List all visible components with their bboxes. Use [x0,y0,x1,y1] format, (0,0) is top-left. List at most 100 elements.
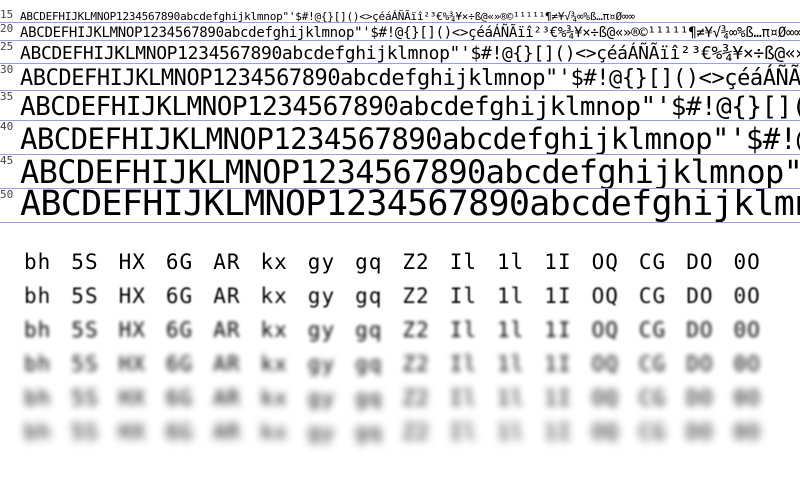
glyph-pair: 1l [497,420,525,444]
glyph-pair: Il [449,352,477,376]
glyph-pair: DO [686,352,714,376]
glyph-pair: 6G [165,250,194,274]
glyph-pair: HX [118,386,146,410]
specimen-row-25: 25 ABCDEFHIJKLMNOP1234567890abcdefghijkl… [0,41,800,64]
glyph-pair: bh [24,284,52,308]
glyph-pair: bh [24,420,52,444]
glyph-pair: CG [638,284,667,308]
glyph-pair: Il [449,250,477,274]
glyph-pair: gq [355,352,383,376]
blur-legibility-table: bh 5S HX 6G AR kx gy gq Z2 Il 1l 1I OQ CG DO 0O bh 5S HX 6G… [0,250,800,470]
glyph-pair: 1I [544,386,572,410]
blur-row: bh 5S HX 6G AR kx gy gq Z2 Il 1l 1I OQ CG DO 0O [0,386,800,420]
size-label: 40 [0,121,14,133]
glyph-pair: gy [307,250,336,274]
glyph-pair: 1l [497,318,525,342]
glyph-pair: Z2 [402,318,430,342]
glyph-pair: 5S [71,352,99,376]
glyph-pair: 5S [71,284,99,308]
specimen-sample-text: ABCDEFHIJKLMNOP1234567890abcdefghijklmno… [20,189,800,223]
glyph-pair: 1l [497,284,525,308]
glyph-pair: DO [686,318,714,342]
specimen-sample-text: ABCDEFHIJKLMNOP1234567890abcdefghijklmno… [20,122,800,155]
blur-row: bh 5S HX 6G AR kx gy gq Z2 Il 1l 1I OQ CG DO 0O [0,250,800,284]
glyph-pair: kx [260,318,288,342]
specimen-row-20: 20 ABCDEFHIJKLMNOP1234567890abcdefghijkl… [0,23,800,41]
glyph-pair: OQ [591,352,619,376]
glyph-pair: gq [355,318,383,342]
glyph-pair: DO [686,250,714,274]
glyph-pair: AR [213,318,241,342]
size-label: 35 [0,91,14,103]
glyph-pair: kx [260,352,288,376]
size-label: 30 [0,64,14,76]
glyph-pair: kx [260,284,288,308]
glyph-pair: Il [449,420,477,444]
specimen-row-45: 45 ABCDEFHIJKLMNOP1234567890abcdefghijkl… [0,155,800,189]
glyph-pair: 0O [733,386,761,410]
glyph-pair: 1I [544,318,572,342]
glyph-pair: gy [307,386,336,410]
glyph-pair: gq [355,386,383,410]
glyph-pair: HX [118,318,146,342]
glyph-pair: AR [213,386,241,410]
glyph-pair: 1I [544,284,572,308]
glyph-pair: Z2 [402,386,430,410]
glyph-pair: 5S [71,420,99,444]
glyph-pair: 1I [544,420,572,444]
glyph-pair: bh [24,352,52,376]
glyph-pair: gq [355,420,383,444]
glyph-pair: Z2 [402,420,430,444]
size-label: 50 [0,189,14,201]
glyph-pair: gq [355,250,383,274]
size-label: 25 [0,41,14,53]
glyph-pair: 5S [71,318,99,342]
specimen-sample-text: ABCDEFHIJKLMNOP1234567890abcdefghijklmno… [20,66,800,91]
size-label: 20 [0,23,14,35]
glyph-pair: 0O [733,284,761,308]
glyph-pair: 1l [497,386,525,410]
glyph-pair: 6G [165,352,194,376]
glyph-pair: gy [307,352,336,376]
glyph-pair: 1I [544,352,572,376]
glyph-pair: 0O [733,352,761,376]
glyph-pair: HX [118,352,146,376]
glyph-pair: CG [638,318,667,342]
glyph-pair: gy [307,420,336,444]
glyph-pair: bh [24,250,52,274]
glyph-pair: DO [686,284,714,308]
glyph-pair: kx [260,250,288,274]
blur-row: bh 5S HX 6G AR kx gy gq Z2 Il 1l 1I OQ CG DO 0O [0,318,800,352]
glyph-pair: 6G [165,386,194,410]
glyph-pair: 0O [733,420,761,444]
glyph-pair: HX [118,250,146,274]
glyph-pair: DO [686,386,714,410]
glyph-pair: gy [307,318,336,342]
glyph-pair: 0O [733,250,761,274]
specimen-sample-text: ABCDEFHIJKLMNOP1234567890abcdefghijklmno… [20,92,800,121]
glyph-pair: kx [260,420,288,444]
glyph-pair: Il [449,318,477,342]
glyph-pair: AR [213,352,241,376]
glyph-pair: HX [118,284,146,308]
specimen-sample-text: ABCDEFHIJKLMNOP1234567890abcdefghijklmno… [20,155,800,189]
glyph-pair: gy [307,284,336,308]
glyph-pair: 6G [165,284,194,308]
glyph-pair: 1l [497,352,525,376]
glyph-pair: 1l [497,250,525,274]
glyph-pair: 1I [544,250,572,274]
specimen-row-35: 35 ABCDEFHIJKLMNOP1234567890abcdefghijkl… [0,91,800,121]
glyph-pair: CG [638,386,667,410]
glyph-pair: AR [213,420,241,444]
glyph-pair: Z2 [402,284,430,308]
glyph-pair: DO [686,420,714,444]
blur-row: bh 5S HX 6G AR kx gy gq Z2 Il 1l 1I OQ CG DO 0O [0,284,800,318]
glyph-pair: Il [449,386,477,410]
glyph-pair: OQ [591,250,619,274]
glyph-pair: OQ [591,284,619,308]
specimen-sample-text: ABCDEFHIJKLMNOP1234567890abcdefghijklmno… [20,25,800,41]
size-label: 15 [0,9,14,21]
glyph-pair: OQ [591,318,619,342]
glyph-pair: bh [24,386,52,410]
glyph-pair: 6G [165,318,194,342]
